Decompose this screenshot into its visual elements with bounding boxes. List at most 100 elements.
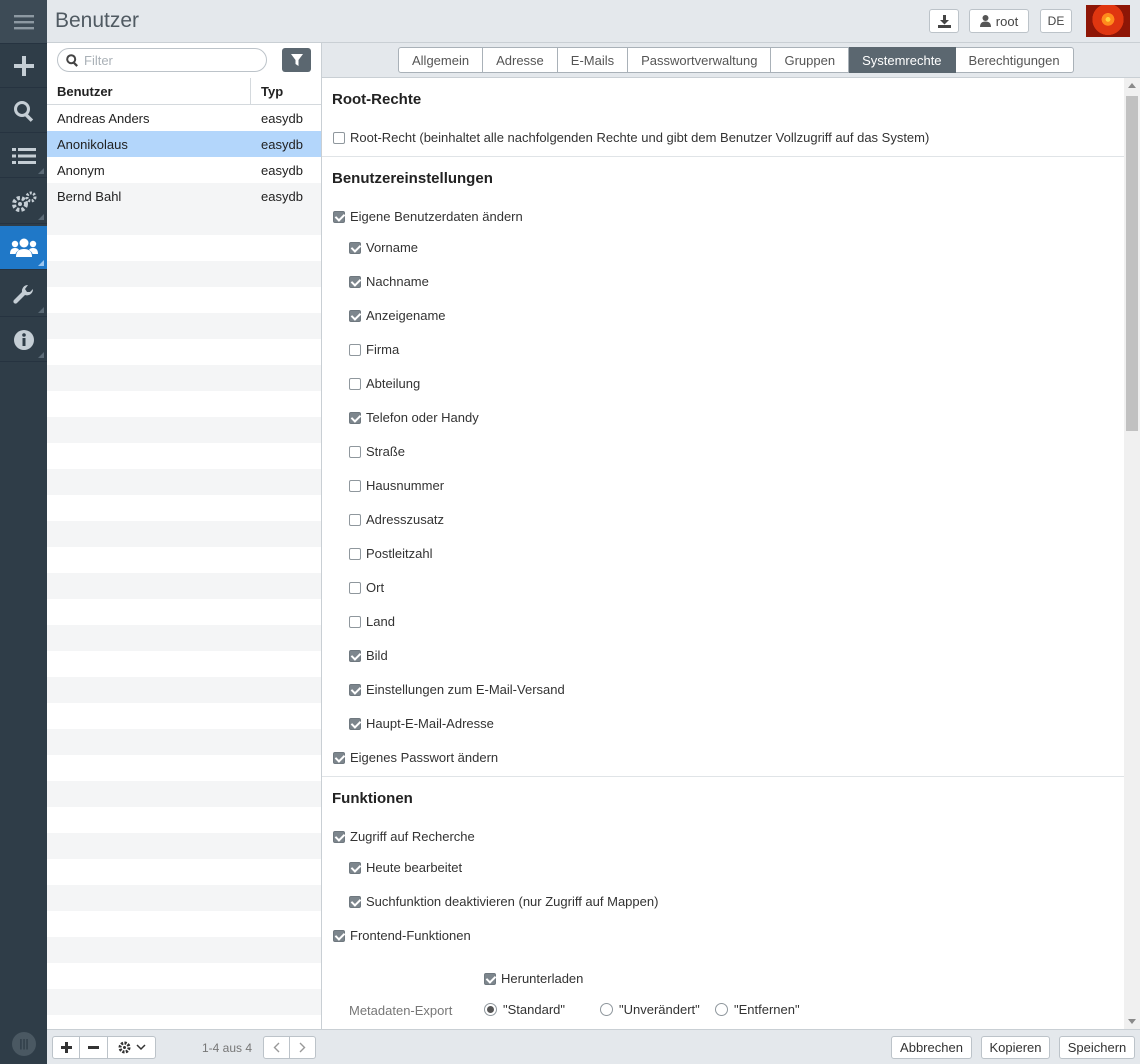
filter-input[interactable]: Filter xyxy=(57,48,267,72)
download-checkbox[interactable]: Herunterladen xyxy=(484,971,583,986)
language-button[interactable]: DE xyxy=(1040,9,1072,33)
scroll-thumb[interactable] xyxy=(1126,96,1138,431)
next-page-button[interactable] xyxy=(290,1036,316,1059)
tab-gruppen[interactable]: Gruppen xyxy=(771,47,850,73)
radio-dot[interactable] xyxy=(600,1003,613,1016)
tab-allgemein[interactable]: Allgemein xyxy=(398,47,484,73)
checkbox-box[interactable] xyxy=(349,513,361,526)
checkbox-box[interactable] xyxy=(349,683,361,696)
own-password-checkbox[interactable]: Eigenes Passwort ändern xyxy=(333,750,498,765)
field-checkbox-postleitzahl[interactable]: Postleitzahl xyxy=(349,546,432,561)
settings-menu-button[interactable] xyxy=(108,1036,156,1059)
disable-search-checkbox[interactable]: Suchfunktion deaktivieren (nur Zugriff a… xyxy=(349,894,658,909)
checkbox-label: Suchfunktion deaktivieren (nur Zugriff a… xyxy=(366,894,659,909)
own-userdata-checkbox[interactable]: Eigene Benutzerdaten ändern xyxy=(333,209,523,224)
users-icon[interactable] xyxy=(0,226,47,270)
checkbox-box[interactable] xyxy=(333,210,345,223)
edited-today-checkbox[interactable]: Heute bearbeitet xyxy=(349,860,462,875)
field-checkbox-email-settings[interactable]: Einstellungen zum E-Mail-Versand xyxy=(349,682,565,697)
gears-icon[interactable] xyxy=(0,180,47,224)
avatar[interactable] xyxy=(1086,5,1130,37)
list-icon[interactable] xyxy=(0,134,47,178)
wrench-icon[interactable] xyxy=(0,273,47,317)
tab-systemrechte[interactable]: Systemrechte xyxy=(849,47,956,73)
checkbox-label: Land xyxy=(366,614,395,629)
field-checkbox-nachname[interactable]: Nachname xyxy=(349,274,429,289)
filter-button[interactable] xyxy=(282,48,311,72)
field-checkbox-anzeigename[interactable]: Anzeigename xyxy=(349,308,446,323)
checkbox-box[interactable] xyxy=(333,830,345,843)
menu-icon[interactable] xyxy=(0,0,47,44)
checkbox-box[interactable] xyxy=(349,717,361,730)
field-checkbox-adresszusatz[interactable]: Adresszusatz xyxy=(349,512,444,527)
tab-berechtigungen[interactable]: Berechtigungen xyxy=(955,47,1074,73)
cancel-button[interactable]: Abbrechen xyxy=(891,1036,972,1059)
section-divider xyxy=(322,156,1124,157)
field-checkbox-main-email[interactable]: Haupt-E-Mail-Adresse xyxy=(349,716,494,731)
radio-dot[interactable] xyxy=(484,1003,497,1016)
remove-user-button[interactable] xyxy=(80,1036,108,1059)
chevron-down-icon xyxy=(135,1044,146,1051)
download-button[interactable] xyxy=(929,9,959,33)
list-item[interactable]: Anonym easydb xyxy=(47,157,321,183)
checkbox-box[interactable] xyxy=(333,929,345,942)
field-checkbox-firma[interactable]: Firma xyxy=(349,342,399,357)
list-item[interactable]: Bernd Bahl easydb xyxy=(47,183,321,209)
list-empty-area xyxy=(47,209,321,1029)
user-name: Anonikolaus xyxy=(57,137,128,152)
content-scrollbar[interactable] xyxy=(1124,78,1140,1029)
checkbox-box[interactable] xyxy=(349,343,361,356)
metadata-export-radio-standard[interactable]: "Standard" xyxy=(484,1002,565,1017)
checkbox-box[interactable] xyxy=(349,377,361,390)
checkbox-box[interactable] xyxy=(333,131,345,144)
checkbox-box[interactable] xyxy=(349,547,361,560)
field-checkbox-vorname[interactable]: Vorname xyxy=(349,240,418,255)
scroll-up-icon[interactable] xyxy=(1128,83,1136,88)
checkbox-box[interactable] xyxy=(349,445,361,458)
checkbox-box[interactable] xyxy=(349,309,361,322)
field-checkbox-bild[interactable]: Bild xyxy=(349,648,388,663)
copy-button[interactable]: Kopieren xyxy=(981,1036,1050,1059)
root-right-checkbox[interactable]: Root-Recht (beinhaltet alle nachfolgende… xyxy=(333,130,929,145)
column-header-user[interactable]: Benutzer xyxy=(57,84,113,99)
tab-passwortverwaltung[interactable]: Passwortverwaltung xyxy=(628,47,772,73)
checkbox-box[interactable] xyxy=(349,581,361,594)
add-user-button[interactable] xyxy=(52,1036,80,1059)
checkbox-box[interactable] xyxy=(349,479,361,492)
column-divider[interactable] xyxy=(250,78,251,105)
user-button[interactable]: root xyxy=(969,9,1029,33)
scroll-down-icon[interactable] xyxy=(1128,1019,1136,1024)
easydb-logo-icon: ||| xyxy=(12,1032,36,1056)
checkbox-box[interactable] xyxy=(349,895,361,908)
field-checkbox-hausnummer[interactable]: Hausnummer xyxy=(349,478,444,493)
checkbox-box[interactable] xyxy=(349,411,361,424)
list-item[interactable]: Andreas Anders easydb xyxy=(47,105,321,131)
research-access-checkbox[interactable]: Zugriff auf Recherche xyxy=(333,829,475,844)
prev-page-button[interactable] xyxy=(263,1036,290,1059)
checkbox-box[interactable] xyxy=(349,241,361,254)
checkbox-box[interactable] xyxy=(349,861,361,874)
checkbox-box[interactable] xyxy=(349,275,361,288)
info-icon[interactable] xyxy=(0,318,47,362)
metadata-export-radio-unchanged[interactable]: "Unverändert" xyxy=(600,1002,700,1017)
save-button[interactable]: Speichern xyxy=(1059,1036,1135,1059)
field-checkbox-abteilung[interactable]: Abteilung xyxy=(349,376,420,391)
field-checkbox-ort[interactable]: Ort xyxy=(349,580,384,595)
radio-dot[interactable] xyxy=(715,1003,728,1016)
search-icon[interactable] xyxy=(0,89,47,133)
field-checkbox-land[interactable]: Land xyxy=(349,614,395,629)
metadata-export-radio-remove[interactable]: "Entfernen" xyxy=(715,1002,800,1017)
checkbox-box[interactable] xyxy=(484,972,496,985)
checkbox-box[interactable] xyxy=(333,751,345,764)
field-checkbox-telefon[interactable]: Telefon oder Handy xyxy=(349,410,479,425)
checkbox-box[interactable] xyxy=(349,615,361,628)
column-header-type[interactable]: Typ xyxy=(261,84,283,99)
pager-count: 1-4 aus 4 xyxy=(202,1041,253,1055)
field-checkbox-strasse[interactable]: Straße xyxy=(349,444,405,459)
tab-adresse[interactable]: Adresse xyxy=(483,47,558,73)
checkbox-box[interactable] xyxy=(349,649,361,662)
frontend-functions-checkbox[interactable]: Frontend-Funktionen xyxy=(333,928,471,943)
list-item-selected[interactable]: Anonikolaus easydb xyxy=(47,131,321,157)
tab-emails[interactable]: E-Mails xyxy=(557,47,629,73)
plus-icon[interactable] xyxy=(0,44,47,88)
